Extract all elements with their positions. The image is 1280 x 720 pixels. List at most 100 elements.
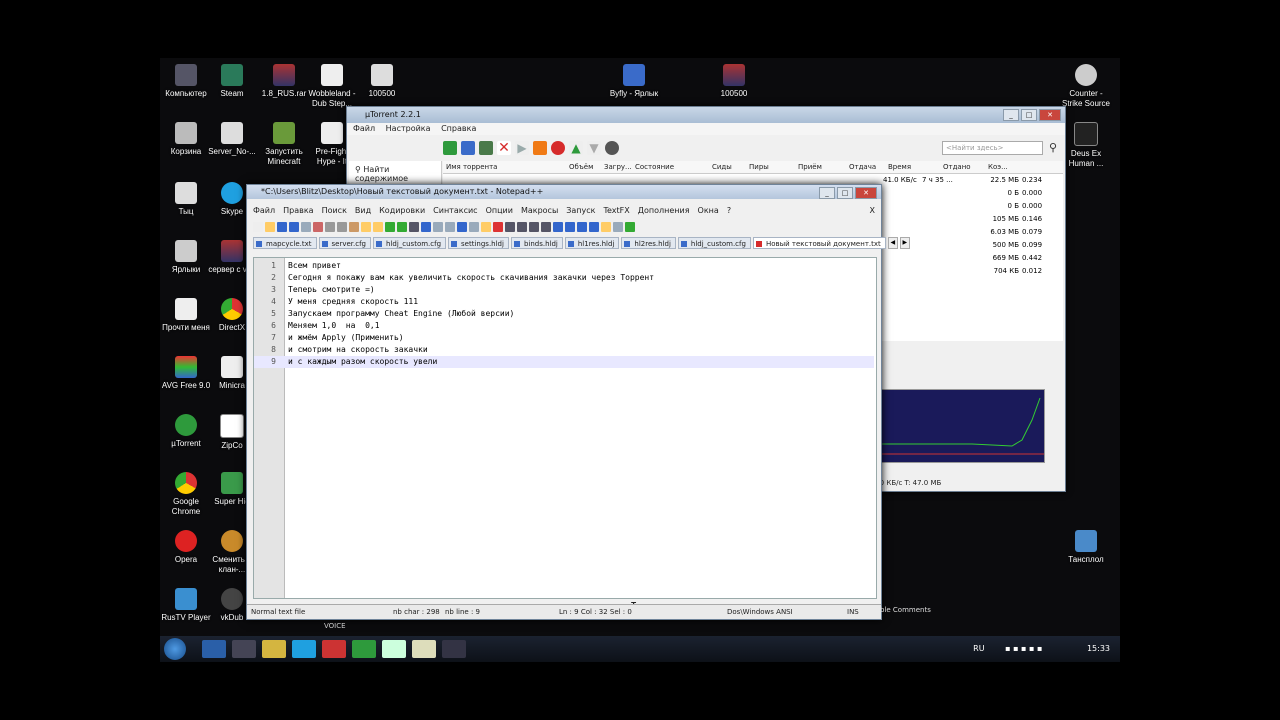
document-tab[interactable]: binds.hldj: [510, 237, 563, 249]
toolbar-button-icon[interactable]: [565, 222, 575, 232]
taskbar-chrome-icon[interactable]: [322, 640, 346, 658]
menu-settings[interactable]: Настройка: [386, 124, 431, 133]
menu-item[interactable]: Синтаксис: [433, 206, 477, 215]
maximize-button[interactable]: □: [837, 187, 853, 199]
desktop-icon-steam[interactable]: Steam: [206, 64, 258, 99]
toolbar-button-icon[interactable]: [289, 222, 299, 232]
toolbar-button-icon[interactable]: [505, 222, 515, 232]
document-tab[interactable]: hldj_custom.cfg: [677, 237, 751, 249]
toolbar-button-icon[interactable]: [253, 222, 263, 232]
toolbar-button-icon[interactable]: [301, 222, 311, 232]
toolbar-button-icon[interactable]: [553, 222, 563, 232]
document-tab[interactable]: server.cfg: [318, 237, 371, 249]
gear-icon[interactable]: [605, 141, 619, 155]
taskbar-utorrent-icon[interactable]: [352, 640, 376, 658]
taskbar-cheat-engine-icon[interactable]: [442, 640, 466, 658]
clock[interactable]: 15:33: [1087, 644, 1110, 653]
toolbar-button-icon[interactable]: [337, 222, 347, 232]
menu-item[interactable]: Вид: [355, 206, 371, 215]
search-icon[interactable]: ⚲: [1049, 141, 1057, 154]
toolbar-button-icon[interactable]: [361, 222, 371, 232]
column-header[interactable]: Коэ...: [985, 161, 1010, 173]
toolbar-button-icon[interactable]: [445, 222, 455, 232]
desktop-icon-utorrent[interactable]: µTorrent: [160, 414, 212, 449]
column-header[interactable]: Пиры: [746, 161, 795, 173]
menu-file[interactable]: Файл: [353, 124, 375, 133]
column-header[interactable]: Отдача: [846, 161, 885, 173]
taskbar-folder-icon[interactable]: [412, 640, 436, 658]
tab-scroll-left-icon[interactable]: ◀: [887, 237, 898, 249]
start-button[interactable]: [164, 638, 186, 660]
menu-item[interactable]: Кодировки: [379, 206, 425, 215]
column-header[interactable]: Время: [885, 161, 940, 173]
desktop-icon-deus-ex[interactable]: Deus Ex Human ...: [1060, 122, 1112, 169]
document-tab[interactable]: Новый текстовый документ.txt: [752, 237, 886, 249]
remove-icon[interactable]: ✕: [497, 141, 511, 155]
toolbar-button-icon[interactable]: [589, 222, 599, 232]
menu-item[interactable]: Опции: [486, 206, 513, 215]
desktop-icon-opera[interactable]: Opera: [160, 530, 212, 565]
toolbar-button-icon[interactable]: [529, 222, 539, 232]
column-header[interactable]: Отдано: [940, 161, 985, 173]
desktop-icon-chrome[interactable]: Google Chrome: [160, 472, 212, 517]
language-indicator[interactable]: RU: [973, 644, 984, 653]
document-tab[interactable]: mapcycle.txt: [253, 237, 317, 249]
toolbar-button-icon[interactable]: [325, 222, 335, 232]
column-header[interactable]: Объём: [566, 161, 601, 173]
editor-line[interactable]: 2 Сегодня я покажу вам как увеличить скор…: [254, 272, 874, 284]
toolbar-button-icon[interactable]: [385, 222, 395, 232]
document-tab[interactable]: hldj_custom.cfg: [373, 237, 447, 249]
column-header[interactable]: Имя торрента: [443, 161, 566, 173]
desktop-icon-read-me[interactable]: Прочти меня: [160, 298, 212, 333]
desktop-icon-counter-strike[interactable]: Counter - Strike Source: [1060, 64, 1112, 109]
menu-item[interactable]: ?: [727, 206, 731, 215]
toolbar-button-icon[interactable]: [493, 222, 503, 232]
document-tab[interactable]: hl2res.hldj: [621, 237, 676, 249]
create-torrent-icon[interactable]: [479, 141, 493, 155]
menu-help[interactable]: Справка: [441, 124, 476, 133]
taskbar-ie-icon[interactable]: [202, 640, 226, 658]
taskbar-skype-icon[interactable]: [292, 640, 316, 658]
menu-item[interactable]: Макросы: [521, 206, 558, 215]
start-icon[interactable]: ▶: [515, 141, 529, 155]
editor-line[interactable]: 8 и смотрим на скорость закачки: [254, 344, 874, 356]
column-header[interactable]: Сиды: [709, 161, 746, 173]
desktop-icon-rustv[interactable]: RusTV Player: [160, 588, 212, 623]
minimize-button[interactable]: _: [1003, 109, 1019, 121]
editor-line[interactable]: 6 Меняем 1,0 на 0,1: [254, 320, 874, 332]
column-header[interactable]: Загру...: [601, 161, 632, 173]
toolbar-button-icon[interactable]: [349, 222, 359, 232]
editor-line[interactable]: 7 и жмём Apply (Применить): [254, 332, 874, 344]
pause-icon[interactable]: [533, 141, 547, 155]
up-arrow-icon[interactable]: ▲: [569, 141, 583, 155]
notepad-titlebar[interactable]: *C:\Users\Blitz\Desktop\Новый текстовый …: [247, 185, 881, 199]
editor-line[interactable]: 9 и с каждым разом скорость увели: [254, 356, 874, 368]
toolbar-button-icon[interactable]: [613, 222, 623, 232]
document-tab[interactable]: settings.hldj: [448, 237, 509, 249]
toolbar-button-icon[interactable]: [421, 222, 431, 232]
maximize-button[interactable]: □: [1021, 109, 1037, 121]
menu-item[interactable]: Поиск: [322, 206, 347, 215]
notepad-window[interactable]: *C:\Users\Blitz\Desktop\Новый текстовый …: [246, 184, 910, 620]
desktop-icon-tyts[interactable]: Тыц: [160, 182, 212, 217]
minimize-button[interactable]: _: [819, 187, 835, 199]
menu-item[interactable]: TextFX: [604, 206, 630, 215]
toolbar-button-icon[interactable]: [373, 222, 383, 232]
desktop-icon-minecraft[interactable]: Запустить Minecraft: [258, 122, 310, 167]
desktop-icon-shortcuts[interactable]: Ярлыки: [160, 240, 212, 275]
stop-icon[interactable]: [551, 141, 565, 155]
desktop-icon-trash[interactable]: Корзина: [160, 122, 212, 157]
desktop-icon-avg[interactable]: AVG Free 9.0: [160, 356, 212, 391]
desktop-icon-taskpol[interactable]: Тансплол: [1060, 530, 1112, 565]
desktop-icon-rus-rar[interactable]: 1.8_RUS.rar: [258, 64, 310, 99]
editor-line[interactable]: 1 Всем привет: [254, 260, 874, 272]
toolbar-button-icon[interactable]: [409, 222, 419, 232]
desktop-icon-wobbleland[interactable]: Wobbleland - Dub Step...: [306, 64, 358, 109]
toolbar-button-icon[interactable]: [457, 222, 467, 232]
toolbar-button-icon[interactable]: [517, 222, 527, 232]
document-tab[interactable]: hl1res.hldj: [564, 237, 620, 249]
editor-line[interactable]: 3 Теперь смотрите =): [254, 284, 874, 296]
search-input[interactable]: <Найти здесь>: [942, 141, 1043, 155]
text-editor[interactable]: I 1Всем привет2Сегодня я покажу вам как …: [253, 257, 877, 614]
close-document-button[interactable]: X: [870, 205, 875, 217]
